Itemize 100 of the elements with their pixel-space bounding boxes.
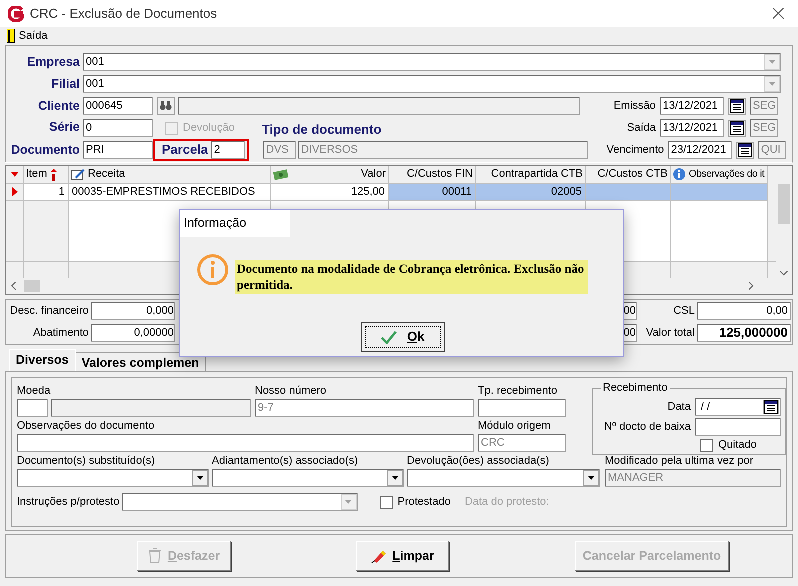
eraser-icon: [370, 548, 387, 564]
field-label: Valor total: [645, 326, 696, 341]
date-field[interactable]: / /: [695, 398, 781, 416]
money-icon: [273, 168, 289, 180]
field-label: Cliente: [37, 98, 81, 115]
text-field[interactable]: [478, 399, 566, 417]
field-label: Parcela: [162, 141, 210, 160]
calendar-icon: [738, 143, 752, 157]
dropdown-arrow-icon: [768, 60, 776, 64]
scroll-right-icon: [749, 282, 754, 290]
field-label: Observações do documento: [17, 419, 156, 434]
calendar-icon: [730, 99, 744, 113]
dropdown-field[interactable]: [122, 493, 358, 511]
calendar-button[interactable]: [728, 120, 746, 136]
ok-button[interactable]: Ok: [361, 322, 445, 352]
field-label: Filial: [50, 76, 81, 93]
pencil-icon: [71, 168, 85, 180]
table-cell: 00011: [389, 184, 476, 201]
scroll-thumb[interactable]: [778, 184, 790, 224]
menu-item[interactable]: Saída: [6, 28, 49, 44]
text-field[interactable]: 2: [211, 141, 246, 159]
text-field[interactable]: 0,000: [91, 302, 175, 320]
column-header[interactable]: Observações do it: [689, 167, 764, 182]
calendar-button[interactable]: [728, 98, 746, 114]
date-field[interactable]: 13/12/2021: [660, 97, 724, 115]
field-label: Adiantamento(s) associado(s): [212, 454, 360, 469]
column-header[interactable]: C/Custos CTB: [598, 166, 668, 183]
exit-door-icon: [7, 29, 15, 43]
text-field[interactable]: PRI: [83, 141, 153, 159]
text-field[interactable]: 0,00: [697, 302, 791, 320]
dropdown-field[interactable]: 001: [83, 53, 781, 71]
checkbox-label: Quitado: [718, 438, 757, 453]
action-button[interactable]: Limpar: [356, 541, 449, 571]
text-field[interactable]: 0: [83, 119, 153, 137]
field-label: CSL: [672, 304, 696, 319]
column-header[interactable]: C/Custos FIN: [406, 166, 473, 183]
search-button[interactable]: [157, 97, 175, 115]
app-logo-icon: [8, 6, 24, 22]
text-field[interactable]: 000645: [83, 97, 153, 115]
checkmark-icon: [381, 330, 398, 344]
text-field[interactable]: [17, 434, 474, 452]
binoculars-icon: [160, 101, 172, 111]
field-label: Modificado pela ultima vez por: [605, 454, 755, 469]
table-cell: 02005: [476, 184, 586, 201]
text-field[interactable]: 125,000000: [697, 324, 791, 342]
column-header[interactable]: Contrapartida CTB: [491, 166, 583, 183]
info-icon: [673, 168, 686, 181]
checkbox-label: Devolução: [183, 120, 235, 136]
tab[interactable]: Diversos: [9, 349, 76, 371]
field-label: Vencimento: [606, 142, 666, 158]
table-cell: 00035-EMPRESTIMOS RECEBIDOS: [69, 184, 271, 201]
checkbox[interactable]: [380, 496, 393, 508]
table-cell: 1: [24, 184, 69, 201]
calendar-button[interactable]: [736, 142, 754, 158]
checkbox[interactable]: [700, 438, 714, 452]
field-label: Série: [48, 119, 81, 136]
dropdown-arrow-icon: [768, 82, 776, 86]
field-value: 001: [85, 76, 106, 92]
text-field[interactable]: CRC: [478, 434, 566, 452]
field-label: Módulo origem: [478, 419, 552, 434]
dialog-message: Documento na modalidade de Cobrança eletrônica. Exclusão não permitida.: [235, 260, 588, 294]
dropdown-field[interactable]: [17, 469, 209, 487]
checkbox-label: Protestado: [398, 494, 451, 510]
field-label: Saída: [626, 120, 657, 136]
field-label: Abatimento: [32, 326, 90, 341]
dropdown-field[interactable]: [212, 469, 404, 487]
dropdown-field[interactable]: 001: [83, 75, 781, 93]
calendar-button[interactable]: [763, 400, 779, 414]
text-field[interactable]: 9-7: [255, 399, 474, 417]
close-icon: [772, 8, 784, 19]
field-label: Instruções p/protesto: [17, 494, 121, 510]
date-field[interactable]: 23/12/2021: [668, 141, 732, 159]
field-value: 001: [85, 54, 106, 70]
trash-icon: [148, 548, 162, 564]
text-field[interactable]: [695, 418, 781, 436]
warning-info-icon: [197, 254, 229, 286]
dropdown-field[interactable]: [407, 469, 600, 487]
calendar-icon: [764, 400, 778, 414]
text-field[interactable]: 00: [623, 302, 637, 320]
text-field[interactable]: 00: [623, 324, 637, 342]
field-label: Moeda: [17, 384, 52, 399]
client-name-field[interactable]: [178, 97, 580, 115]
scroll-left-icon: [11, 282, 16, 290]
column-header[interactable]: Receita: [88, 166, 126, 183]
table-cell: 125,00: [271, 184, 389, 201]
window-title: CRC - Exclusão de Documentos: [30, 4, 218, 23]
dropdown-arrow-icon: [345, 500, 352, 504]
column-header[interactable]: Item: [26, 166, 48, 183]
text-field[interactable]: [17, 399, 48, 417]
field-label: Desc. financeiro: [9, 304, 90, 319]
field-label: Documento(s) substituído(s): [17, 454, 156, 469]
column-header[interactable]: Valor: [361, 166, 386, 183]
field-label: Documento: [10, 142, 81, 159]
scroll-thumb[interactable]: [24, 280, 40, 292]
text-field[interactable]: [51, 399, 251, 417]
text-field[interactable]: 0,00000: [91, 324, 175, 342]
field-label: Nº docto de baixa: [604, 420, 692, 435]
date-field[interactable]: 13/12/2021: [660, 119, 724, 137]
field-label: Tp. recebimento: [478, 384, 558, 399]
field-label: Emissão: [612, 98, 657, 114]
